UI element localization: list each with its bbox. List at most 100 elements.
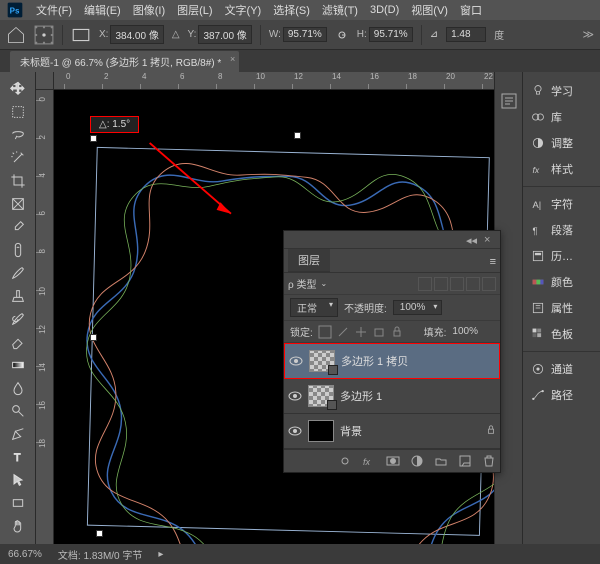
panel-history[interactable]: 历… [523, 243, 600, 269]
menu-edit[interactable]: 编辑(E) [84, 2, 121, 18]
history-panel-icon[interactable] [500, 92, 518, 110]
delete-layer-icon[interactable] [482, 454, 496, 468]
document-tab[interactable]: 未标题-1 @ 66.7% (多边形 1 拷贝, RGB/8#) * × [10, 51, 239, 72]
new-layer-icon[interactable] [458, 454, 472, 468]
layer-row[interactable]: 多边形 1 拷贝 [284, 343, 500, 379]
panel-learn[interactable]: 学习 [523, 78, 600, 104]
filter-pixel-icon[interactable] [418, 277, 432, 291]
panel-paragraph[interactable]: ¶段落 [523, 217, 600, 243]
blur-tool[interactable] [7, 377, 29, 399]
transform-x-field[interactable]: X: 384.00 像 [99, 25, 164, 44]
panel-paths[interactable]: 路径 [523, 382, 600, 408]
healing-brush-tool[interactable] [7, 239, 29, 261]
zoom-level[interactable]: 66.67% [8, 549, 42, 560]
layer-thumbnail[interactable] [308, 385, 334, 407]
menu-type[interactable]: 文字(Y) [225, 2, 262, 18]
doc-size[interactable]: 文档: 1.83M/0 字节 [58, 547, 142, 562]
close-icon[interactable]: × [484, 234, 496, 246]
filter-smart-icon[interactable] [482, 277, 496, 291]
layers-tab[interactable]: 图层 [288, 249, 330, 272]
close-icon[interactable]: × [230, 54, 235, 64]
panel-styles[interactable]: fx样式 [523, 156, 600, 182]
transform-handle[interactable] [90, 135, 97, 142]
group-icon[interactable] [434, 454, 448, 468]
overflow-icon[interactable]: ≫ [582, 28, 594, 41]
menu-view[interactable]: 视图(V) [411, 2, 448, 18]
fill-value[interactable]: 100% [452, 326, 494, 337]
eyedropper-tool[interactable] [7, 216, 29, 238]
panel-swatches[interactable]: 色板 [523, 321, 600, 347]
visibility-icon[interactable] [288, 424, 302, 438]
y-value[interactable]: 387.00 像 [198, 25, 251, 44]
panel-adjustments[interactable]: 调整 [523, 130, 600, 156]
brush-tool[interactable] [7, 262, 29, 284]
magic-wand-tool[interactable] [7, 147, 29, 169]
transform-handle[interactable] [294, 132, 301, 139]
blend-mode-select[interactable]: 正常 [290, 298, 338, 317]
layer-name[interactable]: 背景 [340, 423, 362, 439]
transform-w-field[interactable]: W: 95.71% [269, 27, 327, 42]
dodge-tool[interactable] [7, 400, 29, 422]
menu-3d[interactable]: 3D(D) [370, 4, 399, 16]
panel-titlebar[interactable]: ◂◂ × [284, 231, 500, 249]
lock-paint-icon[interactable] [337, 326, 349, 338]
ruler-horizontal[interactable]: 0 2 4 6 8 10 12 14 16 18 20 22 [54, 72, 494, 90]
transform-h-field[interactable]: H: 95.71% [357, 27, 413, 42]
lock-nest-icon[interactable] [373, 326, 385, 338]
layer-thumbnail[interactable] [308, 420, 334, 442]
panel-color[interactable]: 颜色 [523, 269, 600, 295]
path-select-tool[interactable] [7, 469, 29, 491]
w-value[interactable]: 95.71% [283, 27, 327, 42]
pen-tool[interactable] [7, 423, 29, 445]
panel-properties[interactable]: 属性 [523, 295, 600, 321]
layers-panel[interactable]: ◂◂ × 图层 ≡ ρ 类型⌄ 正常 不透明度: 100% 锁定: 填充: 10… [283, 230, 501, 473]
ruler-origin[interactable] [36, 72, 54, 90]
eraser-tool[interactable] [7, 331, 29, 353]
menu-select[interactable]: 选择(S) [273, 2, 310, 18]
rect-preset-icon[interactable] [71, 25, 91, 45]
panel-character[interactable]: A|字符 [523, 191, 600, 217]
menu-layer[interactable]: 图层(L) [177, 2, 212, 18]
home-icon[interactable] [6, 25, 26, 45]
layer-row[interactable]: 背景 [284, 414, 500, 449]
layer-name[interactable]: 多边形 1 拷贝 [341, 353, 408, 369]
type-tool[interactable]: T [7, 446, 29, 468]
menu-filter[interactable]: 滤镜(T) [322, 2, 358, 18]
rectangle-tool[interactable] [7, 492, 29, 514]
lock-position-icon[interactable] [355, 326, 367, 338]
transform-y-field[interactable]: Y: 387.00 像 [188, 25, 252, 44]
history-brush-tool[interactable] [7, 308, 29, 330]
menu-file[interactable]: 文件(F) [36, 2, 72, 18]
layer-mask-icon[interactable] [386, 454, 400, 468]
marquee-tool[interactable] [7, 101, 29, 123]
transform-handle[interactable] [90, 334, 97, 341]
lock-transparent-icon[interactable] [319, 326, 331, 338]
opacity-value[interactable]: 100% [393, 300, 443, 315]
menu-window[interactable]: 窗口 [460, 2, 482, 18]
gradient-tool[interactable] [7, 354, 29, 376]
clone-stamp-tool[interactable] [7, 285, 29, 307]
panel-channels[interactable]: 通道 [523, 356, 600, 382]
lock-all-icon[interactable] [391, 326, 403, 338]
move-tool[interactable] [7, 78, 29, 100]
filter-type-icon[interactable] [450, 277, 464, 291]
link-wh-icon[interactable] [335, 28, 349, 42]
filter-shape-icon[interactable] [466, 277, 480, 291]
delta-icon[interactable]: △ [172, 29, 180, 40]
frame-tool[interactable] [7, 193, 29, 215]
crop-tool[interactable] [7, 170, 29, 192]
lasso-tool[interactable] [7, 124, 29, 146]
hand-tool[interactable] [7, 515, 29, 537]
panel-menu-icon[interactable]: ≡ [486, 252, 500, 272]
ruler-vertical[interactable]: 0 2 4 6 8 10 12 14 16 18 [36, 90, 54, 544]
layer-thumbnail[interactable] [309, 350, 335, 372]
layer-name[interactable]: 多边形 1 [340, 388, 382, 404]
transform-handle[interactable] [96, 530, 103, 537]
adjustment-layer-icon[interactable] [410, 454, 424, 468]
filter-label[interactable]: ρ 类型 [288, 276, 316, 291]
visibility-icon[interactable] [288, 389, 302, 403]
angle-value[interactable]: 1.48 [446, 27, 486, 42]
status-arrow-icon[interactable]: ▸ [158, 549, 163, 560]
collapse-icon[interactable]: ◂◂ [466, 234, 478, 246]
link-layers-icon[interactable] [338, 454, 352, 468]
